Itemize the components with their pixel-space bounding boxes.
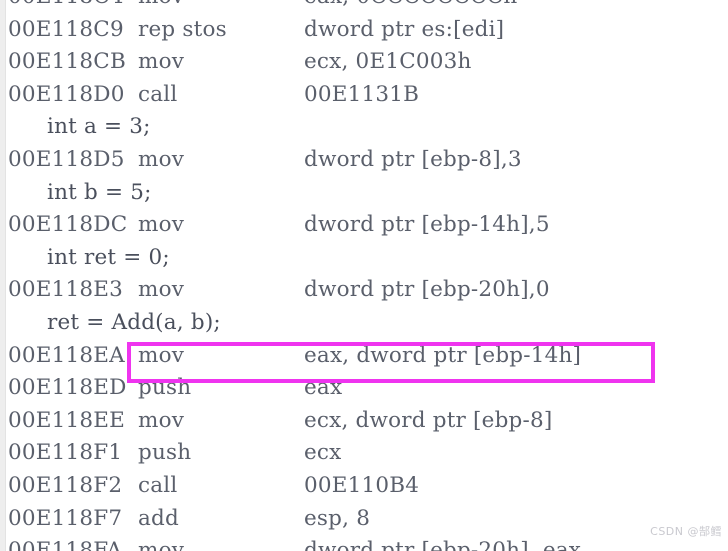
instruction-mnemonic: mov (138, 146, 185, 172)
instruction-mnemonic: mov (138, 49, 185, 75)
instruction-operands: 00E110B4 (304, 472, 420, 498)
instruction-operands: eax, 0CCCCCCCCh (304, 0, 517, 14)
instruction-row[interactable]: 00E118D5 mov dword ptr [ebp-8],3 (0, 144, 728, 177)
instruction-address: 00E118CB (8, 49, 126, 75)
instruction-mnemonic: call (138, 81, 178, 107)
instruction-row[interactable]: 00E118CB mov ecx, 0E1C003h (0, 46, 728, 79)
instruction-operands: dword ptr es:[edi] (304, 16, 505, 42)
instruction-address: 00E118ED (8, 375, 127, 401)
source-line-text: int a = 3; (47, 114, 151, 140)
instruction-address: 00E118EE (8, 407, 126, 433)
source-line-row[interactable]: int ret = 0; (0, 242, 728, 275)
instruction-mnemonic: mov (138, 277, 185, 303)
instruction-mnemonic: mov (138, 212, 185, 238)
instruction-operands: ecx, 0E1C003h (304, 49, 472, 75)
instruction-address: 00E118D0 (8, 81, 125, 107)
instruction-address: 00E118EA (8, 342, 125, 368)
disassembly-listing[interactable]: 00E118C4 mov eax, 0CCCCCCCCh 00E118C9 rep st… (0, 0, 728, 551)
instruction-mnemonic: rep stos (138, 16, 227, 42)
source-line-row[interactable]: int a = 3; (0, 111, 728, 144)
instruction-row[interactable]: 00E118C9 rep stos dword ptr es:[edi] (0, 14, 728, 47)
source-line-text: int b = 5; (47, 179, 152, 205)
instruction-operands: dword ptr [ebp-14h],5 (304, 212, 550, 238)
instruction-row[interactable]: 00E118F2 call 00E110B4 (0, 470, 728, 503)
instruction-mnemonic: mov (138, 538, 185, 551)
instruction-address: 00E118C9 (8, 16, 124, 42)
instruction-address: 00E118E3 (8, 277, 124, 303)
instruction-address: 00E118FA (8, 538, 123, 551)
instruction-row[interactable]: 00E118DC mov dword ptr [ebp-14h],5 (0, 209, 728, 242)
instruction-mnemonic: call (138, 472, 178, 498)
instruction-row[interactable]: 00E118C4 mov eax, 0CCCCCCCCh (0, 0, 728, 14)
instruction-row[interactable]: 00E118FA mov dword ptr [ebp-20h], eax (0, 535, 728, 551)
source-line-text: ret = Add(a, b); (47, 309, 221, 335)
source-line-row[interactable]: ret = Add(a, b); (0, 307, 728, 340)
source-line-row[interactable]: int b = 5; (0, 177, 728, 210)
instruction-mnemonic: push (138, 375, 192, 401)
instruction-operands: eax, dword ptr [ebp-14h] (304, 342, 582, 368)
instruction-mnemonic: mov (138, 342, 185, 368)
instruction-operands: 00E1131B (304, 81, 420, 107)
instruction-row[interactable]: 00E118F1 push ecx (0, 437, 728, 470)
instruction-row[interactable]: 00E118D0 call 00E1131B (0, 79, 728, 112)
instruction-operands: dword ptr [ebp-20h],0 (304, 277, 550, 303)
instruction-mnemonic: add (138, 505, 179, 531)
instruction-operands: ecx, dword ptr [ebp-8] (304, 407, 553, 433)
instruction-address: 00E118F7 (8, 505, 123, 531)
csdn-watermark: CSDN @郜鳕 (650, 525, 722, 538)
instruction-row[interactable]: 00E118F7 add esp, 8 (0, 503, 728, 536)
instruction-mnemonic: push (138, 440, 192, 466)
instruction-mnemonic: mov (138, 0, 184, 14)
instruction-row[interactable]: 00E118ED push eax (0, 372, 728, 405)
instruction-operands: dword ptr [ebp-20h], eax (304, 538, 582, 551)
breakpoint-gutter[interactable] (0, 0, 6, 551)
instruction-address: 00E118DC (8, 212, 128, 238)
instruction-row[interactable]: 00E118E3 mov dword ptr [ebp-20h],0 (0, 274, 728, 307)
instruction-operands: dword ptr [ebp-8],3 (304, 146, 522, 172)
instruction-row[interactable]: 00E118EA mov eax, dword ptr [ebp-14h] (0, 340, 728, 373)
instruction-address: 00E118C4 (8, 0, 124, 14)
source-line-text: int ret = 0; (47, 244, 170, 270)
instruction-operands: esp, 8 (304, 505, 371, 531)
disassembly-window: 00E118C4 mov eax, 0CCCCCCCCh 00E118C9 rep st… (0, 0, 728, 551)
instruction-address: 00E118F1 (8, 440, 123, 466)
instruction-address: 00E118F2 (8, 472, 123, 498)
instruction-row[interactable]: 00E118EE mov ecx, dword ptr [ebp-8] (0, 405, 728, 438)
instruction-mnemonic: mov (138, 407, 185, 433)
instruction-operands: eax (304, 375, 343, 401)
instruction-operands: ecx (304, 440, 342, 466)
instruction-address: 00E118D5 (8, 146, 125, 172)
